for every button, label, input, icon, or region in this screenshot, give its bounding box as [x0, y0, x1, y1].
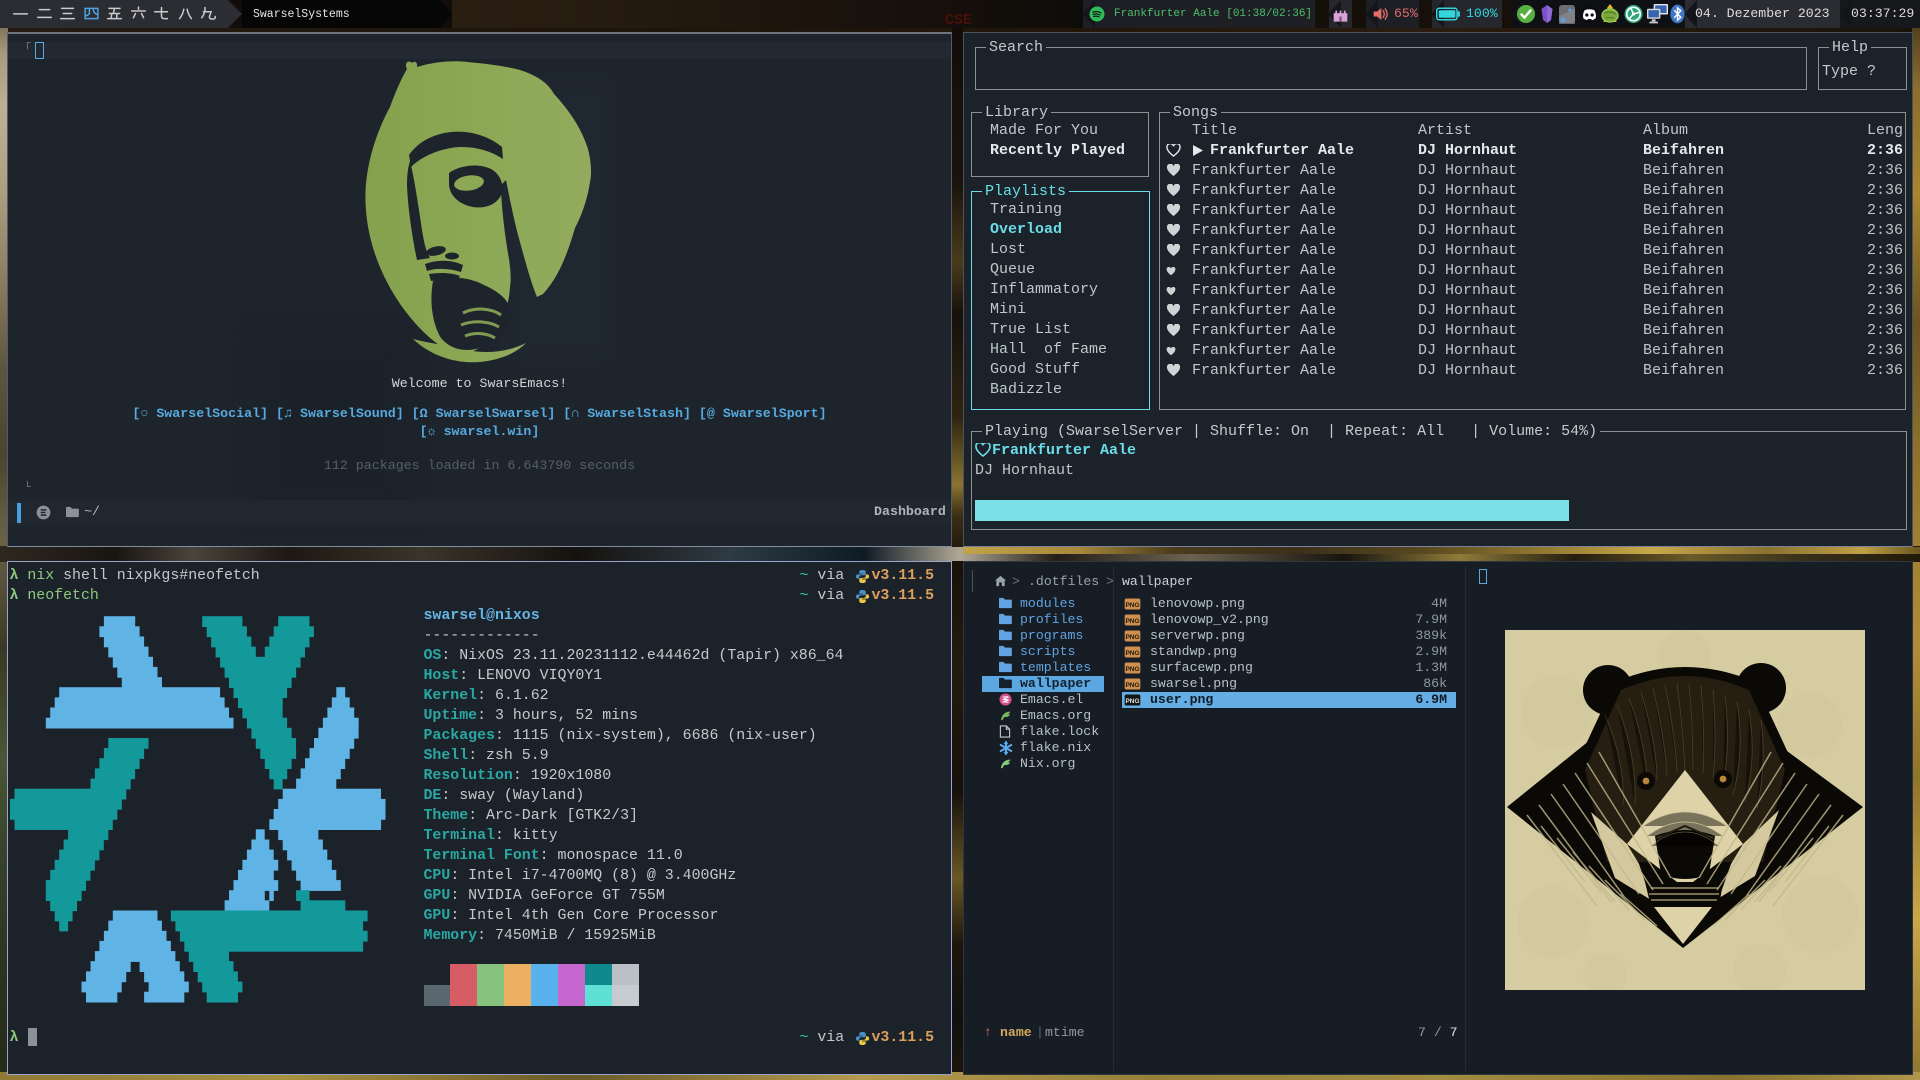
- svg-text:PNG: PNG: [1126, 682, 1140, 689]
- svg-text:PNG: PNG: [1126, 634, 1140, 641]
- svg-text:PNG: PNG: [1126, 618, 1140, 625]
- svg-text:PNG: PNG: [1126, 602, 1140, 609]
- svg-text:PNG: PNG: [1126, 666, 1140, 673]
- svg-text:PNG: PNG: [1126, 698, 1140, 705]
- svg-text:PNG: PNG: [1126, 650, 1140, 657]
